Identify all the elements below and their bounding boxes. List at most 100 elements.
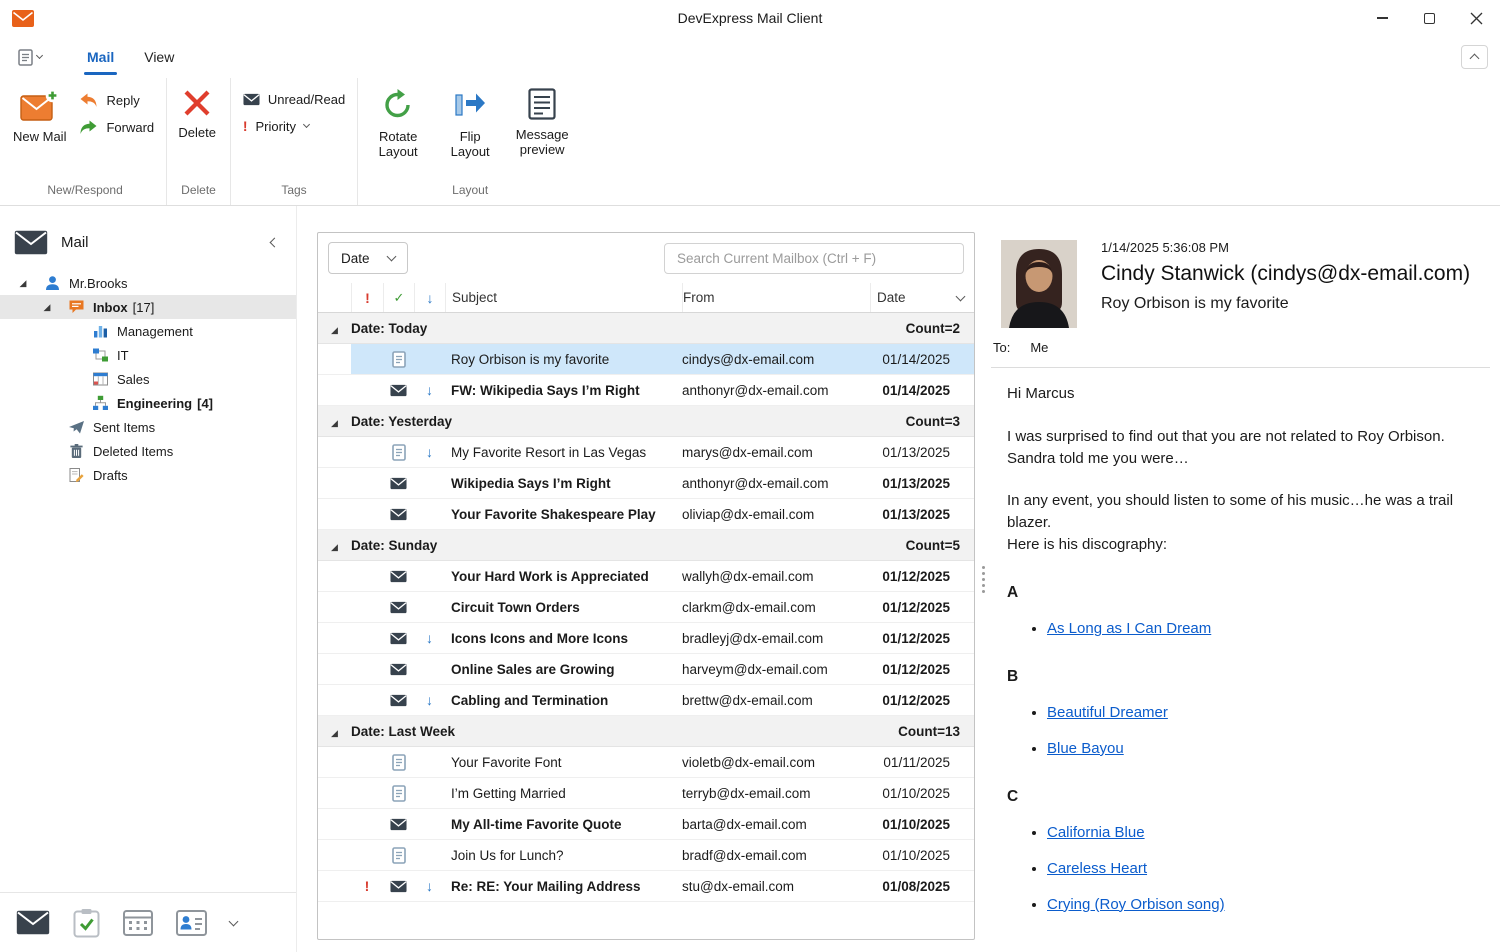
sort-dropdown[interactable]: Date: [328, 242, 408, 274]
close-icon: [1470, 12, 1483, 25]
discography-link[interactable]: California Blue: [1047, 824, 1145, 841]
group-row-sunday[interactable]: ◢ Date: Sunday Count=5: [318, 530, 974, 561]
maximize-button[interactable]: [1406, 0, 1453, 36]
discography-section-heading: B: [1007, 666, 1472, 688]
account-node[interactable]: ◢ Mr.Brooks: [0, 271, 296, 295]
inbox-label: Inbox: [93, 300, 128, 315]
search-input[interactable]: [664, 243, 964, 274]
calendar-icon: [123, 909, 153, 936]
tab-mail[interactable]: Mail: [72, 36, 129, 78]
rotate-layout-label: Rotate Layout: [367, 129, 429, 160]
minimize-button[interactable]: [1359, 0, 1406, 36]
message-preview-label: Message preview: [511, 127, 573, 158]
column-from[interactable]: From: [682, 283, 870, 312]
new-mail-button[interactable]: New Mail: [8, 80, 71, 144]
chevron-down-icon: [229, 916, 239, 926]
priority-button[interactable]: ! Priority: [243, 118, 345, 134]
discography-link[interactable]: Careless Heart: [1047, 860, 1147, 877]
message-row[interactable]: Online Sales are Growing harveym@dx-emai…: [318, 654, 974, 685]
collapse-sidebar-button[interactable]: [271, 239, 278, 246]
message-row[interactable]: ↓ Cabling and Termination brettw@dx-emai…: [318, 685, 974, 716]
reply-button[interactable]: Reply: [79, 92, 154, 108]
discography-link[interactable]: Crying (Roy Orbison song): [1047, 896, 1225, 913]
sidebar: Mail ◢ Mr.Brooks ◢ Inbox [17] Managemen: [0, 206, 297, 952]
message-date: 01/13/2025: [870, 445, 974, 460]
message-row[interactable]: ! ↓ Re: RE: Your Mailing Address stu@dx-…: [318, 871, 974, 902]
message-row[interactable]: Your Favorite Font violetb@dx-email.com …: [318, 747, 974, 778]
read-note-icon: [392, 847, 406, 864]
message-subject: Online Sales are Growing: [445, 662, 682, 677]
ribbon-menu-button[interactable]: [12, 45, 48, 70]
tab-view[interactable]: View: [129, 36, 189, 78]
message-row[interactable]: Wikipedia Says I’m Right anthonyr@dx-ema…: [318, 468, 974, 499]
nav-more-button[interactable]: [230, 921, 237, 925]
column-priority[interactable]: !: [351, 283, 383, 312]
group-row-today[interactable]: ◢ Date: Today Count=2: [318, 313, 974, 344]
delete-button[interactable]: Delete: [171, 80, 223, 140]
folder-it[interactable]: IT: [0, 343, 296, 367]
expand-arrow-icon[interactable]: ◢: [16, 278, 30, 289]
message-row[interactable]: Circuit Town Orders clarkm@dx-email.com …: [318, 592, 974, 623]
discography-link[interactable]: As Long as I Can Dream: [1047, 620, 1211, 637]
list-item: Blue Bayou: [1047, 738, 1472, 760]
message-row[interactable]: Your Hard Work is Appreciated wallyh@dx-…: [318, 561, 974, 592]
group-row-yesterday[interactable]: ◢ Date: Yesterday Count=3: [318, 406, 974, 437]
folder-inbox[interactable]: ◢ Inbox [17]: [0, 295, 296, 319]
folder-sales[interactable]: Sales: [0, 367, 296, 391]
message-row[interactable]: Join Us for Lunch? bradf@dx-email.com 01…: [318, 840, 974, 871]
folder-deleted-items[interactable]: Deleted Items: [0, 439, 296, 463]
column-subject[interactable]: Subject: [445, 283, 682, 312]
rotate-layout-button[interactable]: Rotate Layout: [362, 80, 434, 160]
down-arrow-icon: ↓: [427, 290, 434, 306]
folder-management[interactable]: Management: [0, 319, 296, 343]
message-row[interactable]: ↓ Icons Icons and More Icons bradleyj@dx…: [318, 623, 974, 654]
nav-tasks-button[interactable]: [73, 908, 100, 938]
folder-sent-items[interactable]: Sent Items: [0, 415, 296, 439]
message-from: barta@dx-email.com: [682, 817, 870, 832]
nav-contacts-button[interactable]: [176, 910, 207, 936]
group-row-last-week[interactable]: ◢ Date: Last Week Count=13: [318, 716, 974, 747]
message-date: 01/11/2025: [870, 755, 974, 770]
message-preview-button[interactable]: Message preview: [506, 80, 578, 158]
message-row[interactable]: Roy Orbison is my favorite cindys@dx-ema…: [318, 344, 974, 375]
flip-layout-button[interactable]: Flip Layout: [434, 80, 506, 160]
message-row[interactable]: I’m Getting Married terryb@dx-email.com …: [318, 778, 974, 809]
column-attachment[interactable]: ↓: [414, 283, 445, 312]
message-row[interactable]: Your Favorite Shakespeare Play oliviap@d…: [318, 499, 974, 530]
message-row[interactable]: ↓ FW: Wikipedia Says I’m Right anthonyr@…: [318, 375, 974, 406]
column-flag[interactable]: ✓: [383, 283, 414, 312]
folder-drafts[interactable]: Drafts: [0, 463, 296, 487]
drafts-pencil-icon: [68, 467, 85, 483]
discography-link[interactable]: Blue Bayou: [1047, 740, 1124, 757]
flip-layout-icon: [452, 88, 488, 122]
nav-mail-button[interactable]: [16, 910, 50, 935]
sort-dropdown-value: Date: [341, 251, 370, 266]
ribbon-collapse-button[interactable]: [1461, 45, 1488, 69]
discography-link[interactable]: Beautiful Dreamer: [1047, 704, 1168, 721]
tasks-icon: [73, 908, 100, 938]
flip-layout-label: Flip Layout: [439, 129, 501, 160]
folder-engineering[interactable]: Engineering [4]: [0, 391, 296, 415]
pane-splitter[interactable]: [975, 206, 991, 952]
envelope-icon: [243, 93, 260, 106]
unread-read-button[interactable]: Unread/Read: [243, 92, 345, 107]
message-row[interactable]: My All-time Favorite Quote barta@dx-emai…: [318, 809, 974, 840]
message-sender: Cindy Stanwick (cindys@dx-email.com): [1101, 262, 1470, 286]
list-toolbar: Date: [318, 233, 974, 283]
column-date[interactable]: Date: [870, 283, 974, 312]
expand-arrow-icon[interactable]: ◢: [40, 302, 54, 313]
message-row[interactable]: ↓ My Favorite Resort in Las Vegas marys@…: [318, 437, 974, 468]
forward-button[interactable]: Forward: [79, 119, 154, 135]
nav-calendar-button[interactable]: [123, 909, 153, 936]
reply-label: Reply: [106, 93, 139, 108]
unread-envelope-icon: [390, 570, 407, 583]
priority-exclamation-icon: !: [243, 118, 248, 134]
new-mail-icon: [20, 88, 60, 122]
close-button[interactable]: [1453, 0, 1500, 36]
mail-icon: [14, 230, 48, 255]
message-from: clarkm@dx-email.com: [682, 600, 870, 615]
discography-list: As Long as I Can Dream: [1007, 618, 1472, 640]
list-item: Beautiful Dreamer: [1047, 702, 1472, 724]
message-subject: I’m Getting Married: [445, 786, 682, 801]
inbox-icon: [68, 299, 85, 315]
